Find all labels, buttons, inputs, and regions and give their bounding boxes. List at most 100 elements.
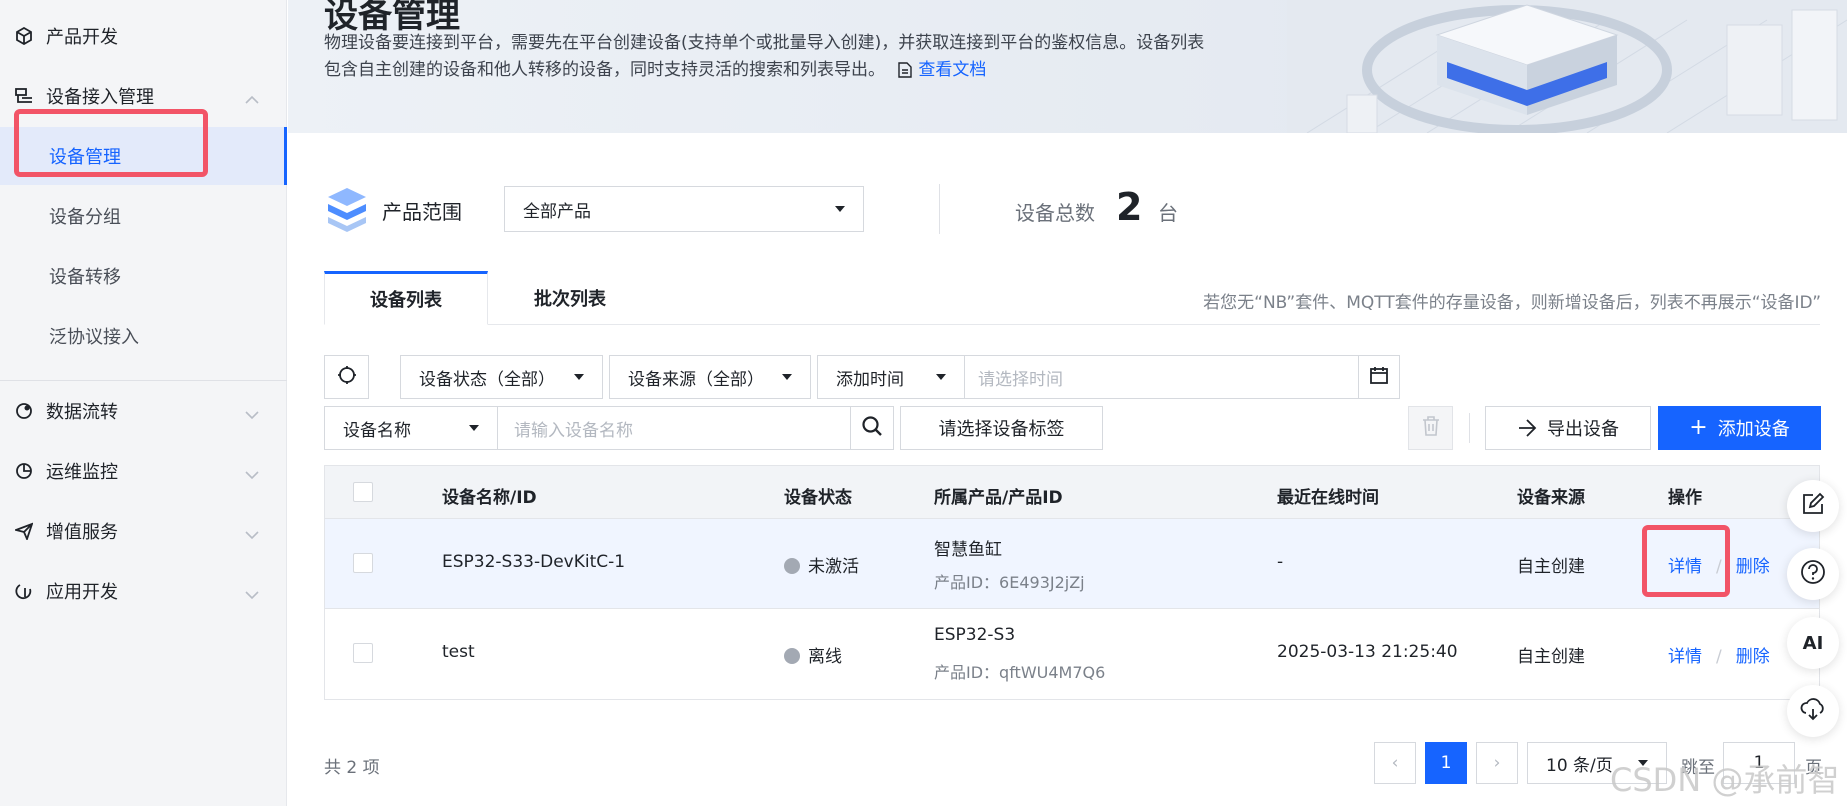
feedback-button[interactable] xyxy=(1787,480,1839,532)
sidebar-item-label: 增值服务 xyxy=(46,522,118,543)
caret-down-icon xyxy=(936,374,946,380)
sidebar-item-label: 产品开发 xyxy=(46,27,118,48)
product-name: ESP32-S3 xyxy=(934,625,1016,645)
cloud-support-icon xyxy=(1800,697,1826,726)
separator: / xyxy=(1716,557,1722,577)
device-source: 自主创建 xyxy=(1517,647,1585,667)
sidebar-item-label: 数据流转 xyxy=(46,402,118,423)
device-status-text: 未激活 xyxy=(808,557,859,577)
sidebar-sub-device-group[interactable]: 设备分组 xyxy=(0,187,287,245)
sidebar-item-app-dev[interactable]: 应用开发 xyxy=(0,566,287,616)
sidebar: 产品开发 设备接入管理 设备管理 设备分组 设备转移 泛协议接入 数据流转 运维… xyxy=(0,0,287,806)
separator: / xyxy=(1716,647,1722,667)
time-field-select[interactable]: 添加时间 xyxy=(817,355,965,399)
chevron-up-icon xyxy=(245,89,259,110)
sidebar-item-ops-monitor[interactable]: 运维监控 xyxy=(0,446,287,496)
search-icon xyxy=(861,415,883,442)
device-name[interactable]: test xyxy=(442,642,475,662)
row-checkbox[interactable] xyxy=(353,643,373,663)
delete-link[interactable]: 删除 xyxy=(1736,557,1770,577)
inactive-status-icon xyxy=(784,558,800,574)
device-tag-select[interactable]: 请选择设备标签 xyxy=(900,406,1103,450)
device-source-filter[interactable]: 设备来源（全部） xyxy=(609,355,811,399)
sidebar-sub-device-transfer[interactable]: 设备转移 xyxy=(0,247,287,305)
offline-status-icon xyxy=(784,648,800,664)
device-total-value: 2 xyxy=(1116,185,1143,229)
page-description: 物理设备要连接到平台，需要先在平台创建设备(支持单个或批量导入创建)，并获取连接… xyxy=(324,30,1284,87)
page-size-value: 10 条/页 xyxy=(1546,755,1613,776)
device-name[interactable]: ESP32-S33-DevKitC-1 xyxy=(442,552,625,572)
device-name-search-input[interactable]: 请输入设备名称 xyxy=(497,406,851,450)
sidebar-item-value-added[interactable]: 增值服务 xyxy=(0,506,287,556)
sidebar-sub-generic-protocol[interactable]: 泛协议接入 xyxy=(0,307,287,365)
tab-hint-text: 若您无“NB”套件、MQTT套件的存量设备，则新增设备后，列表不再展示“设备ID… xyxy=(1203,293,1821,313)
product-name: 智慧鱼缸 xyxy=(934,540,1002,560)
caret-down-icon xyxy=(835,206,845,212)
delete-link[interactable]: 删除 xyxy=(1736,647,1770,667)
export-devices-button[interactable]: 导出设备 xyxy=(1485,406,1651,450)
sidebar-sub-label: 泛协议接入 xyxy=(49,327,139,348)
tab-batch-list[interactable]: 批次列表 xyxy=(488,271,652,325)
add-device-button[interactable]: + 添加设备 xyxy=(1658,406,1821,450)
chevron-down-icon xyxy=(245,584,259,605)
detail-link[interactable]: 详情 xyxy=(1668,647,1702,667)
device-source-filter-value: 设备来源（全部） xyxy=(628,369,764,390)
product-range-select[interactable]: 全部产品 xyxy=(504,186,864,232)
detail-link[interactable]: 详情 xyxy=(1668,557,1702,577)
monitor-icon xyxy=(14,461,34,481)
delete-selected-button[interactable] xyxy=(1408,406,1453,450)
device-status-filter-value: 设备状态（全部） xyxy=(419,369,555,390)
sidebar-divider xyxy=(0,380,287,381)
search-field-select[interactable]: 设备名称 xyxy=(324,406,498,450)
calendar-button[interactable] xyxy=(1358,355,1400,399)
description-line-2: 包含自主创建的设备和他人转移的设备，同时支持灵活的搜索和列表导出。 xyxy=(324,60,885,80)
row-actions: 详情 / 删除 xyxy=(1668,552,1770,577)
page-banner: 设备管理 物理设备要连接到平台，需要先在平台创建设备(支持单个或批量导入创建)，… xyxy=(288,0,1847,133)
divider xyxy=(939,184,940,234)
column-header: 设备状态 xyxy=(784,488,852,508)
prev-page-button[interactable]: ‹ xyxy=(1374,742,1416,784)
column-header: 所属产品/产品ID xyxy=(934,488,1063,508)
ai-assistant-button[interactable]: AI xyxy=(1787,617,1839,669)
row-checkbox[interactable] xyxy=(353,553,373,573)
device-source: 自主创建 xyxy=(1517,557,1585,577)
chevron-down-icon xyxy=(245,524,259,545)
column-header: 设备名称/ID xyxy=(442,488,537,508)
device-status: 离线 xyxy=(784,642,842,667)
plane-icon xyxy=(14,521,34,541)
sidebar-sub-label: 设备分组 xyxy=(49,207,121,228)
tab-label: 设备列表 xyxy=(370,290,442,311)
sidebar-item-device-access[interactable]: 设备接入管理 xyxy=(0,71,287,121)
time-range-input[interactable]: 请选择时间 xyxy=(964,355,1359,399)
total-items-text: 共 2 项 xyxy=(324,758,380,778)
help-button[interactable] xyxy=(1787,548,1839,600)
sidebar-item-product-dev[interactable]: 产品开发 xyxy=(0,11,287,61)
view-docs-link[interactable]: 查看文档 xyxy=(898,60,986,80)
trash-icon xyxy=(1422,415,1440,441)
view-docs-label: 查看文档 xyxy=(918,60,987,80)
question-icon xyxy=(1800,559,1826,590)
chevron-down-icon xyxy=(245,404,259,425)
row-actions: 详情 / 删除 xyxy=(1668,642,1770,667)
device-status-text: 离线 xyxy=(808,647,842,667)
calendar-icon xyxy=(1369,365,1389,390)
tab-device-list[interactable]: 设备列表 xyxy=(324,271,488,325)
sidebar-sub-label: 设备转移 xyxy=(49,267,121,288)
next-page-button[interactable]: › xyxy=(1476,742,1518,784)
device-status-filter[interactable]: 设备状态（全部） xyxy=(400,355,603,399)
page-button-current[interactable]: 1 xyxy=(1425,742,1467,784)
select-all-checkbox[interactable] xyxy=(353,482,373,502)
caret-down-icon xyxy=(469,425,479,431)
product-range-icon xyxy=(328,188,366,232)
table-row: ESP32-S33-DevKitC-1 未激活 智慧鱼缸 产品ID：6E493J… xyxy=(325,519,1819,609)
sidebar-item-data-flow[interactable]: 数据流转 xyxy=(0,386,287,436)
export-devices-label: 导出设备 xyxy=(1547,419,1619,440)
refresh-button[interactable] xyxy=(324,355,369,399)
refresh-icon xyxy=(337,365,357,390)
sidebar-sub-device-management[interactable]: 设备管理 xyxy=(0,127,287,185)
sidebar-item-label: 设备接入管理 xyxy=(46,87,154,108)
table-row: test 离线 ESP32-S3 产品ID：qftWU4M7Q6 2025-03… xyxy=(325,609,1819,699)
chevron-left-icon: ‹ xyxy=(1391,753,1399,773)
support-button[interactable] xyxy=(1787,685,1839,737)
search-button[interactable] xyxy=(850,406,894,450)
